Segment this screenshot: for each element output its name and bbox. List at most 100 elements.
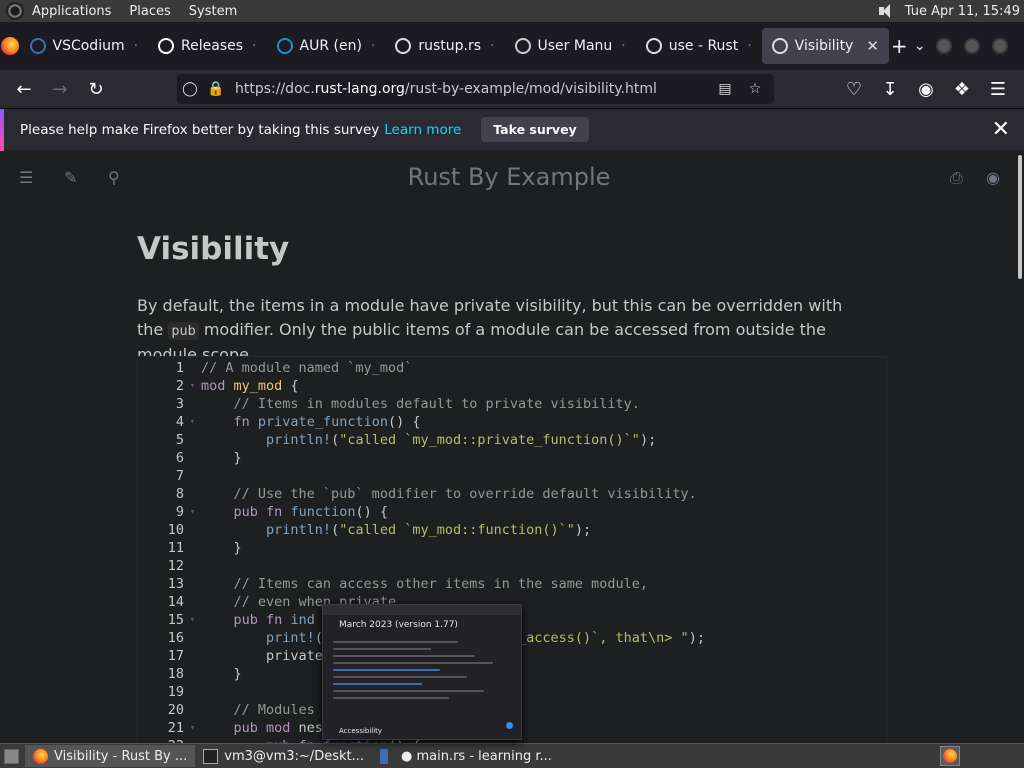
code-line: 2 ▾ mod my_mod { [138, 377, 888, 395]
reload-button[interactable]: ↻ [78, 74, 114, 104]
tab-6[interactable]: Visibility ✕ [761, 28, 889, 64]
code-token: mod [201, 378, 226, 394]
taskbar-item-terminal[interactable]: vm3@vm3:~/Deskt... [195, 745, 372, 767]
downloads-icon[interactable]: ↧ [872, 74, 908, 104]
distro-logo-icon[interactable] [6, 2, 24, 20]
code-token: fn [233, 414, 250, 430]
code-token: println! [266, 522, 332, 538]
close-window-icon[interactable] [992, 38, 1008, 54]
tab-3[interactable]: rustup.rs · [385, 28, 504, 64]
tab-2[interactable]: AUR (en) · [267, 28, 386, 64]
firefox-icon [0, 37, 19, 55]
github-icon[interactable]: ◉ [986, 168, 1000, 187]
tab-separator: · [133, 38, 139, 54]
code-line: 11 } [138, 539, 888, 557]
line-number: 12 [167, 558, 184, 574]
fold-chevron-icon[interactable]: ▾ [184, 507, 201, 517]
tab-label: use - Rust [668, 38, 739, 54]
close-icon[interactable]: ✕ [992, 117, 1010, 142]
tab-4[interactable]: User Manu · [505, 28, 636, 64]
pocket-icon[interactable]: ♡ [836, 74, 872, 104]
taskbar-item-firefox[interactable]: Visibility - Rust By ... [25, 745, 196, 767]
line-number: 15 [167, 612, 184, 628]
bookmark-star-icon[interactable]: ☆ [742, 81, 768, 97]
url-text[interactable]: https://doc.rust-lang.org/rust-by-exampl… [235, 81, 657, 97]
code-token: // Modules [233, 702, 315, 718]
window-preview-popup[interactable]: March 2023 (version 1.77) Accessibility [322, 604, 522, 740]
tab-label: User Manu [537, 38, 613, 54]
tab-separator: · [747, 38, 752, 54]
tray-firefox-button[interactable] [940, 746, 960, 766]
fold-chevron-icon[interactable]: ▾ [184, 381, 201, 391]
minimize-icon[interactable] [936, 38, 952, 54]
notification-text: Please help make Firefox better by takin… [20, 121, 380, 138]
taskbar-label: vm3@vm3:~/Deskt... [224, 748, 364, 764]
line-number: 13 [167, 576, 184, 592]
extensions-icon[interactable]: ❖ [944, 74, 980, 104]
forward-button[interactable]: → [42, 74, 78, 104]
code-token: "called `my_mod::function()`" [339, 522, 575, 538]
firefox-view-button[interactable] [0, 22, 20, 70]
code-line: 10 println!("called `my_mod::function()`… [138, 521, 888, 539]
tab-label: VSCodium [52, 38, 125, 54]
close-tab-icon[interactable]: ✕ [866, 37, 879, 55]
code-token: } [201, 666, 242, 682]
learn-more-link[interactable]: Learn more [384, 122, 461, 138]
list-all-tabs-button[interactable]: ⌄ [909, 28, 930, 64]
back-button[interactable]: ← [6, 74, 42, 104]
reader-view-icon[interactable]: ▤ [712, 81, 738, 97]
fold-chevron-icon[interactable]: ▾ [184, 615, 201, 625]
lock-icon[interactable]: 🔒 [203, 81, 229, 97]
maximize-icon[interactable] [964, 38, 980, 54]
code-token: } [201, 450, 242, 466]
taskbar-label: Visibility - Rust By ... [54, 748, 188, 764]
menu-places[interactable]: Places [129, 4, 170, 19]
line-number: 10 [167, 522, 184, 538]
account-icon[interactable]: ◉ [908, 74, 944, 104]
show-desktop-icon[interactable] [4, 748, 19, 764]
code-token: () { [355, 504, 388, 520]
volume-icon[interactable] [878, 4, 895, 18]
print-icon[interactable]: ⎙ [950, 168, 963, 188]
menu-system[interactable]: System [189, 4, 237, 19]
tab-separator: · [370, 38, 376, 54]
popup-footer: Accessibility [339, 727, 383, 735]
nav-bar: ← → ↻ ◯ 🔒 https://doc.rust-lang.org/rust… [0, 70, 1024, 108]
tab-0[interactable]: VSCodium · [20, 28, 149, 64]
shield-icon[interactable]: ◯ [177, 81, 203, 97]
code-token: ); [688, 630, 705, 646]
fold-chevron-icon[interactable]: ▾ [184, 417, 201, 427]
line-number: 6 [175, 450, 184, 466]
fold-chevron-icon[interactable]: ▾ [184, 723, 201, 733]
code-line: 8 // Use the `pub` modifier to override … [138, 485, 888, 503]
code-token: { [282, 378, 299, 394]
top-panel: Applications Places System Tue Apr 11, 1… [0, 0, 1024, 22]
taskbar-item-vscodium[interactable]: ● main.rs - learning r... [372, 745, 560, 767]
url-bar[interactable]: ◯ 🔒 https://doc.rust-lang.org/rust-by-ex… [177, 74, 774, 104]
taskbar: Visibility - Rust By ... vm3@vm3:~/Deskt… [0, 743, 1024, 768]
line-number: 4 [175, 414, 184, 430]
new-tab-button[interactable]: + [889, 28, 910, 64]
popup-title: March 2023 (version 1.77) [339, 620, 458, 630]
code-line: 4 ▾ fn private_function() { [138, 413, 888, 431]
scrollbar[interactable] [1018, 155, 1022, 279]
code-token: println! [266, 432, 332, 448]
take-survey-button[interactable]: Take survey [481, 117, 589, 142]
clock[interactable]: Tue Apr 11, 15:49 [905, 4, 1020, 19]
book-menu-bar: ☰ ✎ ⚲ Rust By Example ⎙ ◉ [0, 151, 1018, 203]
firefox-icon [33, 748, 48, 764]
tab-label: rustup.rs [418, 38, 482, 54]
tab-1[interactable]: Releases · [148, 28, 266, 64]
menu-applications[interactable]: Applications [32, 4, 111, 19]
terminal-icon [203, 748, 219, 764]
app-menu-icon[interactable]: ☰ [980, 74, 1016, 104]
tab-5[interactable]: use - Rust · [636, 28, 762, 64]
survey-notification: Please help make Firefox better by takin… [0, 108, 1024, 151]
